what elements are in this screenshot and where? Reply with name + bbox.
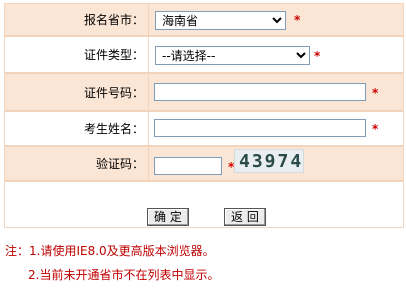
id-type-required-mark: * <box>314 49 321 63</box>
province-row: 报名省市： 海南省 * <box>4 3 404 36</box>
button-row: 确 定 返 回 <box>4 181 404 228</box>
note-prefix: 注： <box>5 244 30 258</box>
id-number-row: 证件号码： * <box>4 73 404 111</box>
name-label: 考生姓名： <box>5 112 149 145</box>
id-number-required-mark: * <box>372 86 379 100</box>
confirm-button[interactable]: 确 定 <box>147 208 189 226</box>
captcha-row: 验证码： * 43974 <box>4 146 404 181</box>
captcha-image-text: 43974 <box>239 151 304 172</box>
province-label: 报名省市： <box>5 4 149 35</box>
note-line-1: 注：1.请使用IE8.0及更高版本浏览器。 <box>5 242 215 259</box>
name-input[interactable] <box>154 119 366 137</box>
note-text-2: 2.当前未开通省市不在列表中显示。 <box>28 268 220 282</box>
name-required-mark: * <box>372 122 379 136</box>
captcha-image[interactable]: 43974 <box>234 149 304 173</box>
note-line-2: 2.当前未开通省市不在列表中显示。 <box>28 266 219 283</box>
province-required-mark: * <box>294 13 301 27</box>
id-type-label: 证件类型： <box>5 37 149 72</box>
captcha-label: 验证码： <box>5 147 149 180</box>
captcha-input[interactable] <box>154 157 222 175</box>
note-text-1: 1.请使用IE8.0及更高版本浏览器。 <box>29 244 215 258</box>
id-number-input[interactable] <box>154 83 366 101</box>
name-row: 考生姓名： * <box>4 111 404 146</box>
id-type-select[interactable]: --请选择-- <box>155 46 310 65</box>
id-type-row: 证件类型： --请选择-- * <box>4 36 404 73</box>
province-select[interactable]: 海南省 <box>155 11 286 30</box>
back-button[interactable]: 返 回 <box>224 208 266 226</box>
id-number-label: 证件号码： <box>5 74 149 110</box>
